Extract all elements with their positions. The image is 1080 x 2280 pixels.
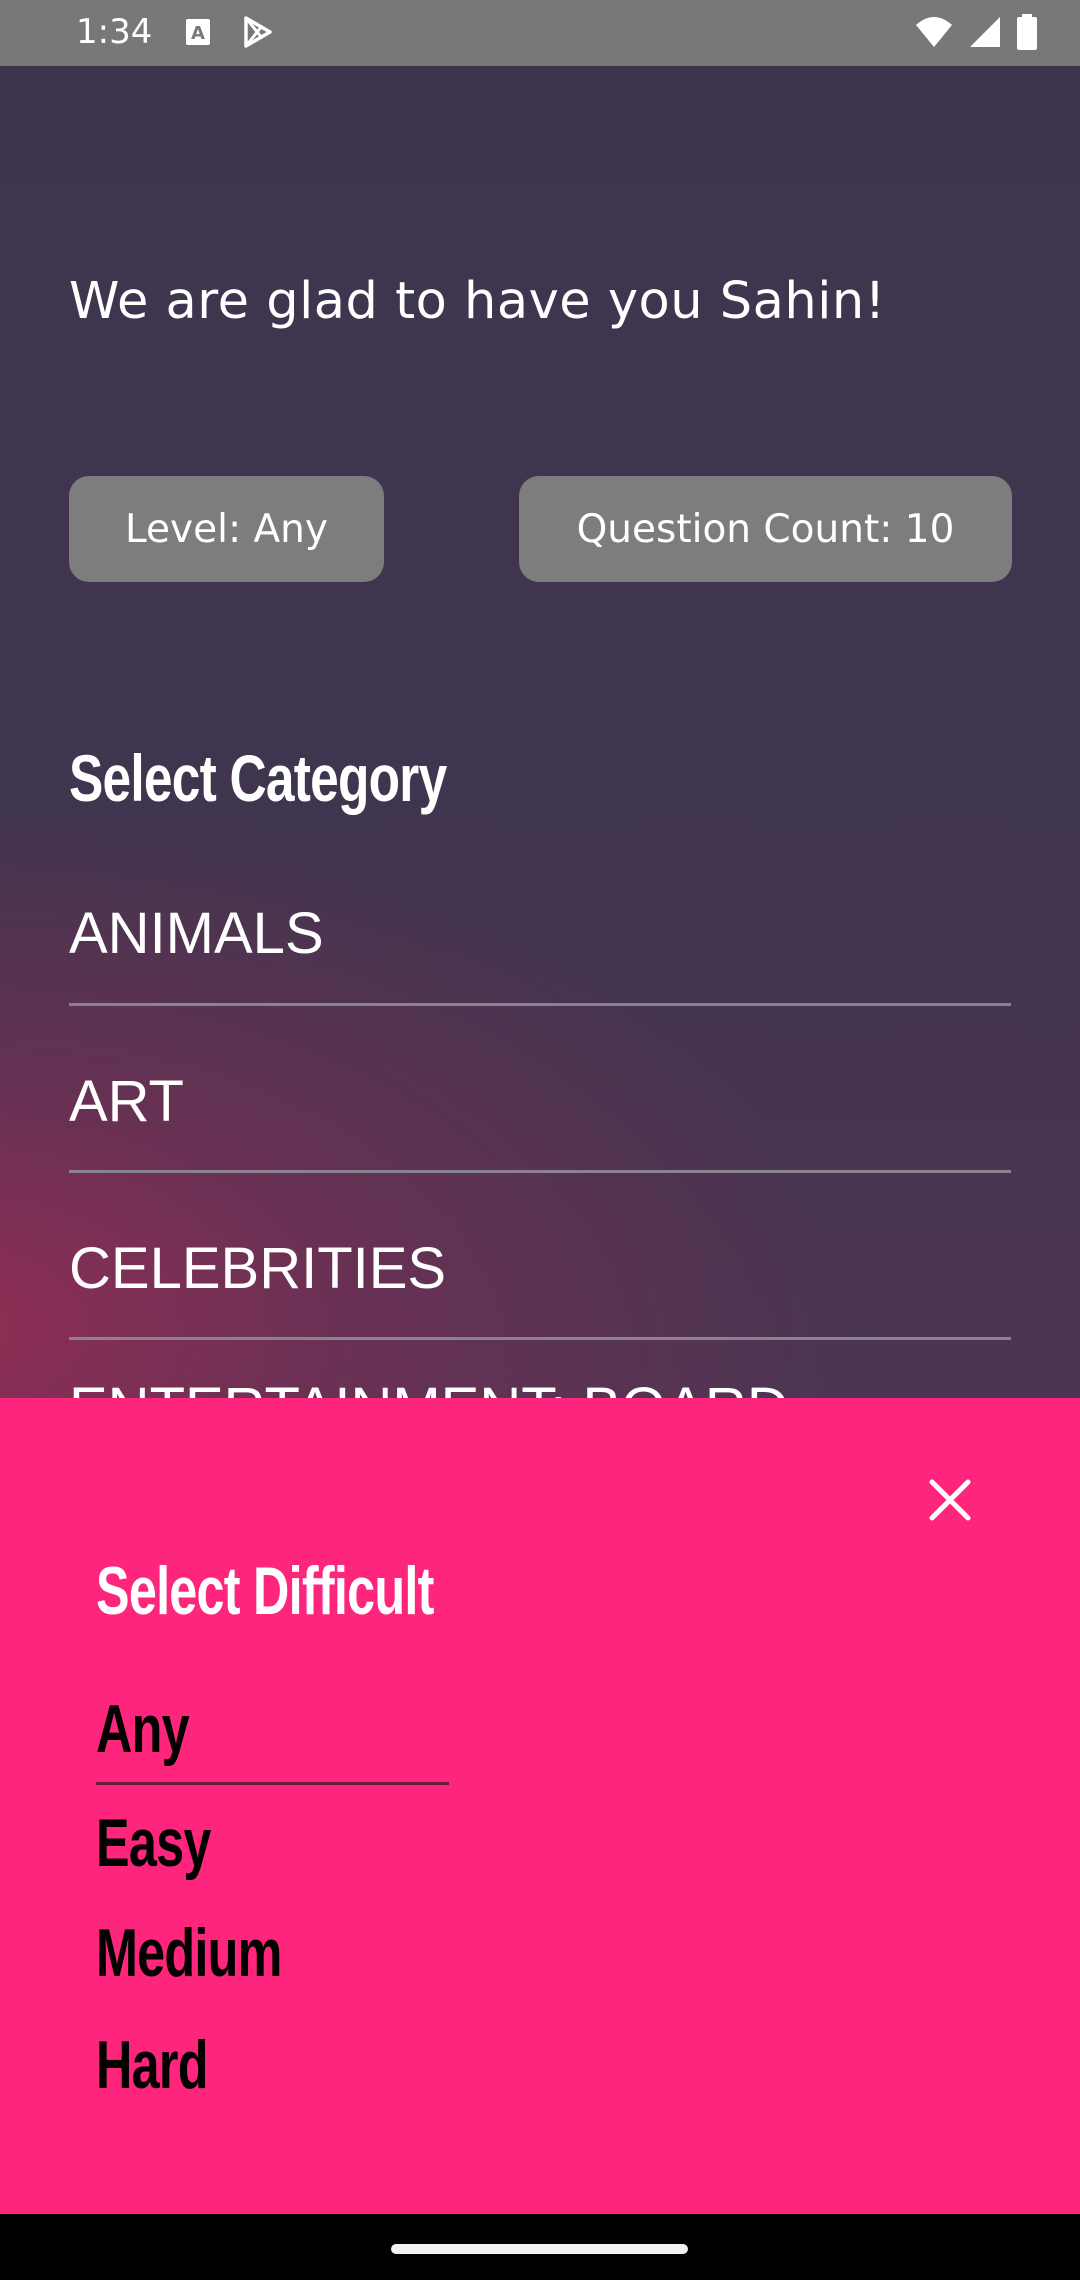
signal-icon <box>968 15 1002 53</box>
section-title: Select Category <box>69 741 447 815</box>
difficulty-option-easy[interactable]: Easy <box>96 1804 211 1882</box>
keyboard-a-icon: A <box>185 18 211 50</box>
difficulty-option-any[interactable]: Any <box>96 1690 190 1768</box>
difficulty-option-medium[interactable]: Medium <box>96 1914 282 1992</box>
status-bar: 1:34 A <box>0 0 1080 66</box>
battery-icon <box>1016 14 1038 54</box>
close-icon[interactable] <box>924 1474 976 1526</box>
svg-text:A: A <box>191 23 205 44</box>
category-item-animals[interactable]: ANIMALS <box>69 876 1011 1006</box>
difficulty-option-hard[interactable]: Hard <box>96 2026 208 2104</box>
difficulty-bottom-sheet: Select Difficult Any Easy Medium Hard <box>0 1398 1080 2214</box>
question-count-button[interactable]: Question Count: 10 <box>519 476 1012 582</box>
welcome-text: We are glad to have you Sahin! <box>69 272 886 331</box>
main-screen: We are glad to have you Sahin! Level: An… <box>0 66 1080 1420</box>
navigation-bar <box>0 2214 1080 2280</box>
home-gesture-handle[interactable] <box>391 2244 688 2254</box>
play-store-icon <box>240 14 276 54</box>
sheet-title: Select Difficult <box>96 1553 434 1629</box>
category-list: ANIMALS ART CELEBRITIES ENTERTAINMENT: B… <box>69 876 1011 1420</box>
category-item-art[interactable]: ART <box>69 1006 1011 1173</box>
level-button[interactable]: Level: Any <box>69 476 384 582</box>
category-item-celebrities[interactable]: CELEBRITIES <box>69 1173 1011 1340</box>
wifi-icon <box>914 15 954 53</box>
selected-underline <box>96 1782 449 1785</box>
status-time: 1:34 <box>76 12 153 52</box>
